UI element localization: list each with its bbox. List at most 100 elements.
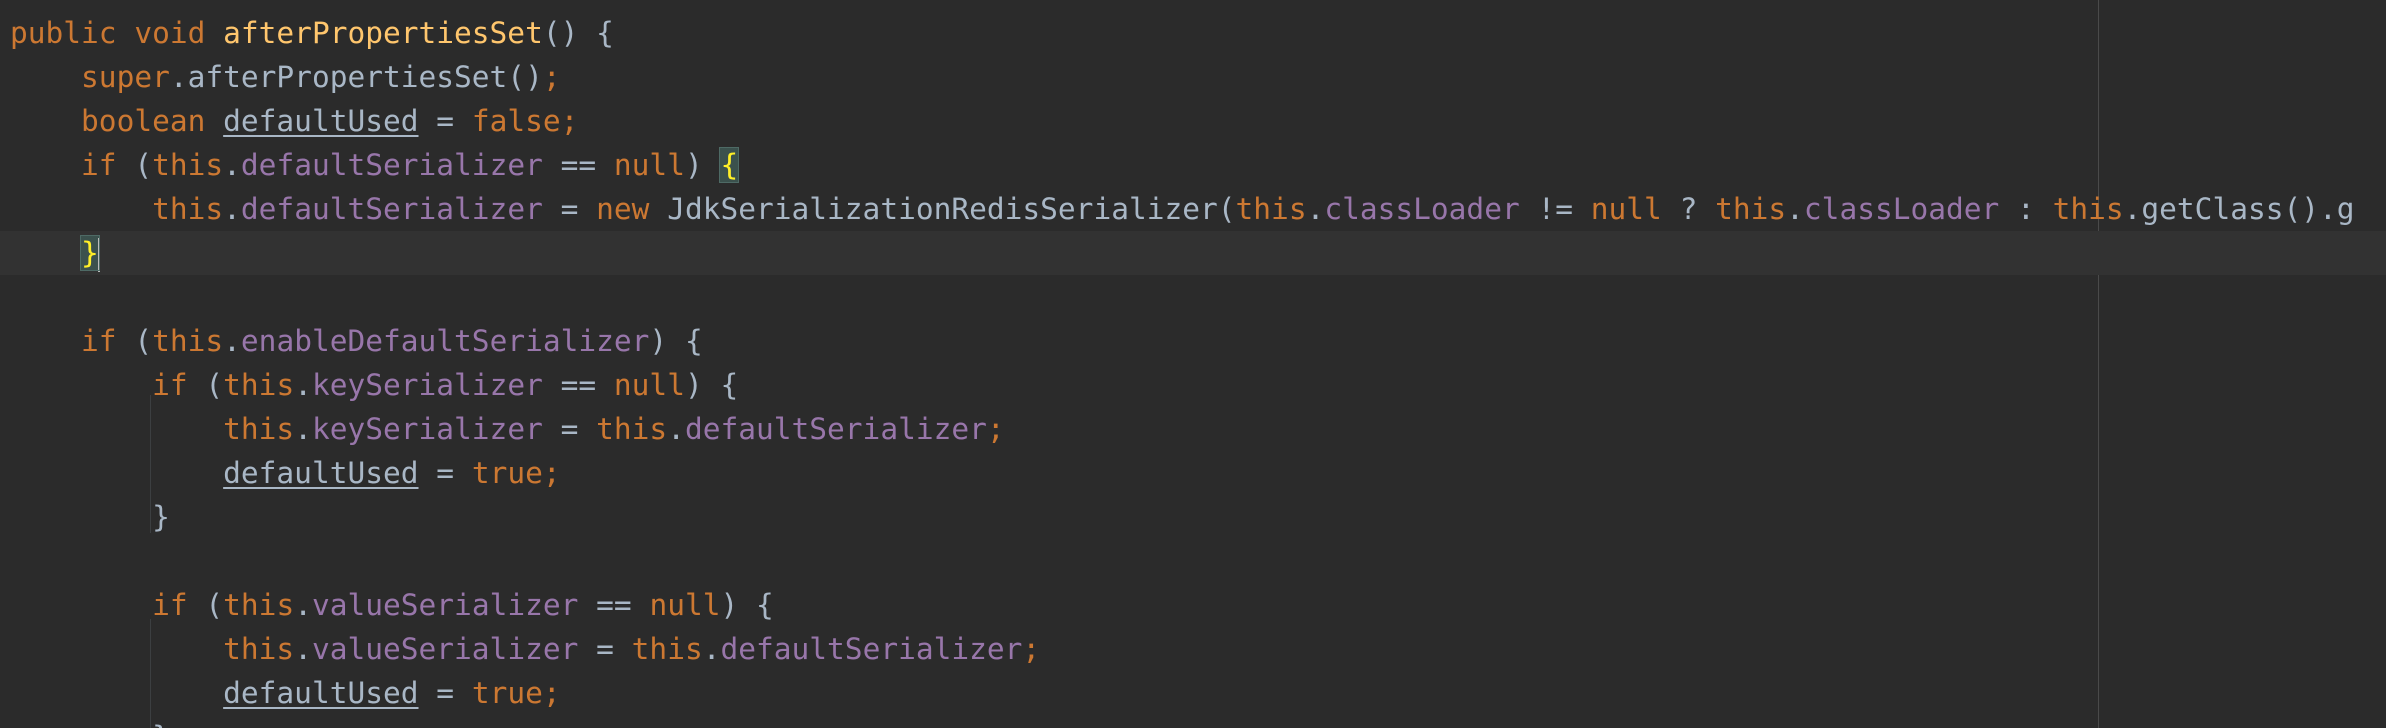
- code-line-text: super.afterPropertiesSet();: [10, 55, 561, 99]
- code-token: ;: [986, 412, 1005, 446]
- code-token: .: [223, 324, 241, 358]
- code-token: keySerializer: [311, 368, 543, 402]
- matched-brace: }: [80, 235, 100, 271]
- code-line[interactable]: defaultUsed = true;: [0, 451, 2386, 495]
- code-token: .: [294, 588, 312, 622]
- code-token: ;: [542, 60, 561, 94]
- code-token: ) {: [649, 324, 703, 358]
- code-line[interactable]: }: [0, 715, 2386, 728]
- code-line[interactable]: boolean defaultUsed = false;: [0, 99, 2386, 143]
- code-line-text: }: [10, 495, 170, 539]
- code-line-text: defaultUsed = true;: [10, 451, 561, 495]
- code-line-text: defaultUsed = true;: [10, 671, 560, 715]
- code-token: defaultSerializer: [240, 192, 543, 226]
- code-line[interactable]: if (this.enableDefaultSerializer) {: [0, 319, 2386, 363]
- code-token: null: [649, 588, 721, 622]
- code-token: }: [10, 720, 170, 728]
- code-token: () {: [542, 16, 614, 50]
- code-line[interactable]: public void afterPropertiesSet() {: [0, 11, 2386, 55]
- code-editor[interactable]: public void afterPropertiesSet() { super…: [0, 0, 2386, 728]
- code-line[interactable]: this.valueSerializer = this.defaultSeria…: [0, 627, 2386, 671]
- code-token: this: [596, 412, 668, 446]
- code-line-text: boolean defaultUsed = false;: [10, 99, 578, 143]
- code-token: =: [418, 104, 472, 138]
- code-token: (: [134, 148, 153, 182]
- code-token: super: [81, 60, 170, 94]
- code-token: defaultUsed: [223, 456, 419, 490]
- code-token: (: [205, 588, 224, 622]
- code-token: ): [684, 148, 721, 182]
- code-line[interactable]: if (this.defaultSerializer == null) {: [0, 143, 2386, 187]
- code-token: this: [1235, 192, 1307, 226]
- code-token: this: [2052, 192, 2124, 226]
- code-token: null: [613, 148, 685, 182]
- code-line[interactable]: [0, 539, 2386, 583]
- matched-brace: {: [719, 147, 740, 183]
- code-line[interactable]: super.afterPropertiesSet();: [0, 55, 2386, 99]
- code-line-text: if (this.keySerializer == null) {: [10, 363, 738, 407]
- code-token: true;: [471, 456, 561, 490]
- code-token: defaultUsed: [223, 104, 419, 138]
- code-token: null: [1590, 192, 1662, 226]
- code-line-text: this.keySerializer = this.defaultSeriali…: [10, 407, 1005, 451]
- code-token: defaultUsed: [223, 676, 419, 710]
- code-token: =: [578, 632, 632, 666]
- code-token: .: [223, 148, 241, 182]
- code-token: =: [418, 456, 472, 490]
- code-token: .: [223, 192, 241, 226]
- code-line-text: }: [10, 231, 100, 275]
- code-token: =: [542, 192, 597, 226]
- code-line-text: this.defaultSerializer = new JdkSerializ…: [10, 187, 2355, 231]
- code-token: .: [294, 368, 312, 402]
- code-line[interactable]: if (this.keySerializer == null) {: [0, 363, 2386, 407]
- code-token: afterPropertiesSet: [223, 16, 543, 50]
- code-token: (: [205, 368, 224, 402]
- code-token: new: [596, 192, 668, 226]
- code-token: this: [152, 324, 224, 358]
- code-token: (: [134, 324, 153, 358]
- code-token: .getClass().g: [2123, 192, 2355, 226]
- code-token: public void: [10, 16, 224, 50]
- code-token: .: [667, 412, 685, 446]
- code-line[interactable]: defaultUsed = true;: [0, 671, 2386, 715]
- code-line-text: }: [10, 715, 170, 728]
- code-line-text: if (this.enableDefaultSerializer) {: [10, 319, 703, 363]
- code-token: .afterPropertiesSet(): [169, 60, 543, 94]
- code-token: this: [152, 192, 224, 226]
- code-token: null: [613, 368, 685, 402]
- code-token: defaultSerializer: [240, 148, 543, 182]
- code-token: !=: [1519, 192, 1591, 226]
- code-line[interactable]: }: [0, 495, 2386, 539]
- code-token: valueSerializer: [311, 588, 579, 622]
- code-token: if: [152, 588, 206, 622]
- code-token: ==: [542, 148, 614, 182]
- code-token: this: [631, 632, 703, 666]
- code-line[interactable]: this.defaultSerializer = new JdkSerializ…: [0, 187, 2386, 231]
- code-token: ;: [1022, 632, 1041, 666]
- code-token: boolean: [81, 104, 224, 138]
- code-token: ?: [1661, 192, 1716, 226]
- code-token: keySerializer: [311, 412, 543, 446]
- code-token: .: [294, 412, 312, 446]
- code-line-text: if (this.valueSerializer == null) {: [10, 583, 774, 627]
- code-token: valueSerializer: [311, 632, 579, 666]
- code-token: ==: [578, 588, 650, 622]
- code-token: if: [81, 148, 135, 182]
- code-line[interactable]: }: [0, 231, 2386, 275]
- code-token: defaultSerializer: [720, 632, 1023, 666]
- code-line[interactable]: this.keySerializer = this.defaultSeriali…: [0, 407, 2386, 451]
- code-line-text: if (this.defaultSerializer == null) {: [10, 143, 740, 187]
- code-token: this: [223, 588, 295, 622]
- code-token: classLoader: [1803, 192, 2000, 226]
- code-token: }: [10, 500, 170, 534]
- code-line[interactable]: if (this.valueSerializer == null) {: [0, 583, 2386, 627]
